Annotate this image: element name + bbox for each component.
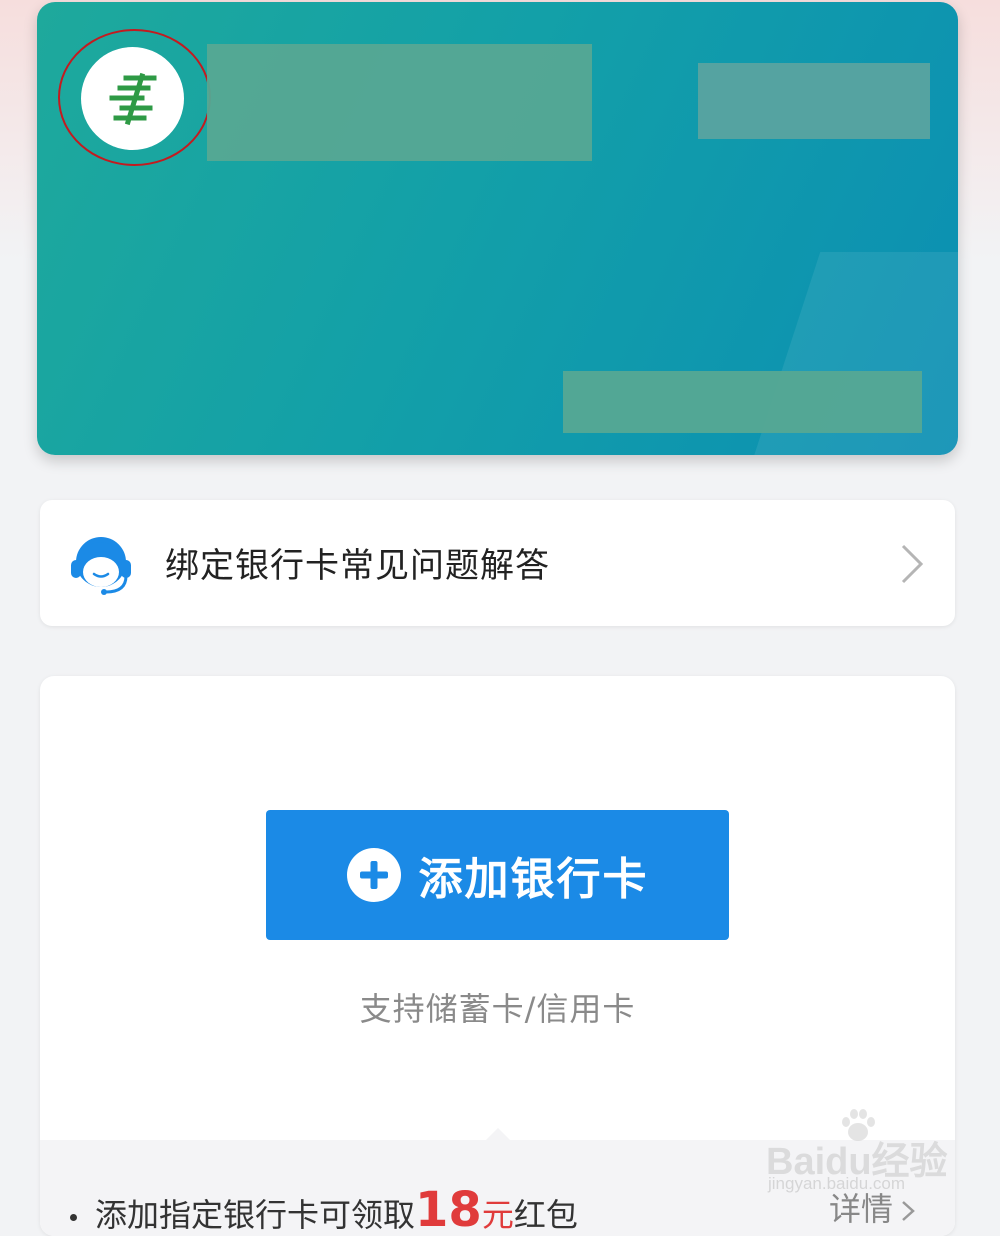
faq-label: 绑定银行卡常见问题解答 — [165, 546, 550, 586]
promo-text-before: 添加指定银行卡可领取 — [95, 1196, 416, 1234]
add-bank-card-button[interactable]: 添加银行卡 — [266, 810, 729, 940]
promo-text-after: 红包 — [513, 1196, 578, 1234]
postal-savings-bank-logo-icon — [81, 47, 184, 150]
bullet-dot — [70, 1213, 77, 1221]
plus-circle-icon — [346, 848, 401, 902]
masked-bank-name — [207, 44, 592, 161]
customer-service-icon — [71, 537, 131, 595]
faq-row[interactable]: 绑定银行卡常见问题解答 — [40, 500, 955, 626]
promo-unit: 元 — [481, 1196, 514, 1234]
promo-amount: 18 — [415, 1182, 482, 1236]
masked-card-type — [698, 63, 930, 139]
promo-notch — [486, 1128, 510, 1140]
add-bank-card-label: 添加银行卡 — [418, 855, 649, 904]
baidu-watermark: Baidu经验 jingyan.baidu.com — [766, 1108, 956, 1204]
chevron-right-icon — [901, 544, 924, 584]
promo-text: 添加指定银行卡可领取18元红包 — [70, 1182, 578, 1236]
masked-card-number — [563, 371, 922, 433]
watermark-sub: jingyan.baidu.com — [768, 1174, 906, 1193]
supported-cards-text: 支持储蓄卡/信用卡 — [359, 990, 636, 1028]
bank-card[interactable] — [37, 2, 958, 455]
